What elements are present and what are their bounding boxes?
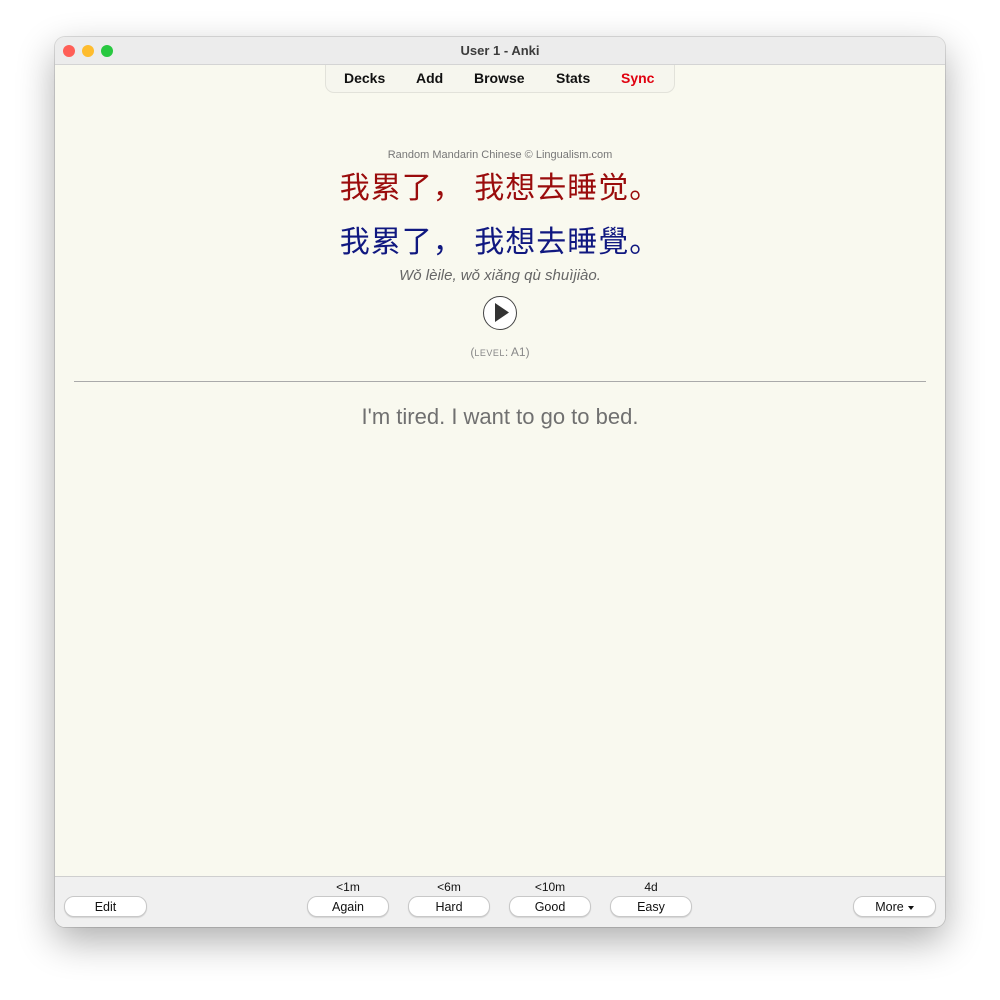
english-translation: I'm tired. I want to go to bed. bbox=[361, 404, 639, 429]
good-interval: <10m bbox=[534, 880, 566, 894]
more-button-label: More bbox=[875, 900, 904, 914]
answer-divider bbox=[74, 381, 926, 382]
anki-window: User 1 - Anki Decks Add Browse Stats Syn… bbox=[55, 37, 945, 927]
traditional-chinese-sentence: 我累了， 我想去睡覺。 bbox=[339, 225, 661, 260]
copyright-notice: Random Mandarin Chinese © Lingualism.com bbox=[387, 149, 613, 161]
caret-down-icon bbox=[907, 905, 914, 910]
card-content: Random Mandarin Chinese © Lingualism.com… bbox=[55, 65, 945, 876]
level-close-paren: ) bbox=[525, 345, 530, 359]
easy-interval: 4d bbox=[644, 880, 658, 894]
again-button[interactable]: Again bbox=[307, 896, 389, 917]
level-indicator: (LEVEL: A1) bbox=[55, 345, 945, 359]
hard-interval: <6m bbox=[437, 880, 461, 894]
easy-button[interactable]: Easy bbox=[610, 896, 692, 917]
review-bottom-bar: Edit <1m Again <6m Hard <10m Good 4d Eas… bbox=[55, 876, 945, 927]
hard-button[interactable]: Hard bbox=[408, 896, 490, 917]
play-audio-button[interactable] bbox=[483, 296, 517, 330]
title-bar[interactable]: User 1 - Anki bbox=[55, 37, 945, 65]
window-title: User 1 - Anki bbox=[460, 43, 540, 58]
pinyin-transcription: Wǒ lèile, wǒ xiǎng qù shuìjiào. bbox=[399, 267, 601, 284]
play-icon bbox=[495, 303, 509, 322]
level-value: A1 bbox=[510, 345, 526, 359]
simplified-chinese-sentence: 我累了， 我想去睡觉。 bbox=[339, 171, 661, 206]
more-button[interactable]: More bbox=[853, 896, 936, 917]
good-button[interactable]: Good bbox=[509, 896, 591, 917]
again-interval: <1m bbox=[336, 880, 360, 894]
level-label: LEVEL bbox=[474, 348, 505, 358]
edit-button[interactable]: Edit bbox=[64, 896, 147, 917]
